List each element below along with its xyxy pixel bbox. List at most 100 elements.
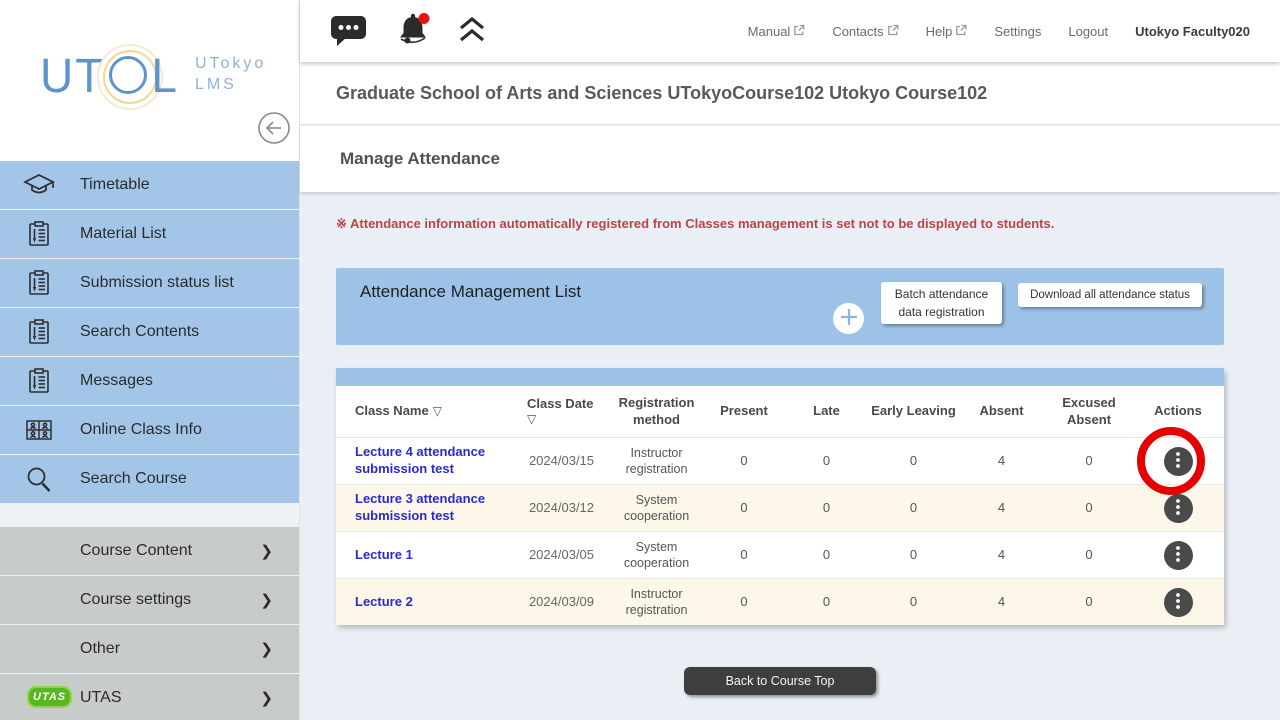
add-attendance-button[interactable]: [833, 303, 864, 334]
speech-bubble-icon: [330, 14, 368, 49]
chevron-right-icon: ❯: [260, 689, 273, 707]
sidebar-item-search-course[interactable]: Search Course: [0, 455, 299, 503]
search-icon: [20, 464, 58, 494]
utol-logo-text: UT L: [40, 48, 179, 102]
kebab-menu-icon: [1174, 498, 1182, 519]
sidebar-item-label: Timetable: [80, 176, 150, 194]
class-link[interactable]: Lecture 1: [355, 547, 413, 564]
table-row: Lecture 2 2024/03/09 Instructor registra…: [336, 578, 1224, 625]
logo-area: UT L UTokyo LMS: [0, 0, 299, 161]
sidebar-divider: [0, 504, 299, 527]
course-title: Graduate School of Arts and Sciences UTo…: [336, 83, 987, 104]
early-leaving-count: 0: [870, 579, 957, 625]
settings-link[interactable]: Settings: [994, 24, 1041, 39]
early-leaving-count: 0: [870, 485, 957, 531]
sidebar-menu: Timetable Material List Submission statu…: [0, 161, 299, 503]
late-count: 0: [783, 532, 870, 578]
table-row: Lecture 3 attendance submission test 202…: [336, 484, 1224, 531]
sidebar-item-utas[interactable]: UTAS UTAS ❯: [0, 674, 299, 720]
absent-count: 4: [957, 485, 1046, 531]
sidebar-item-label: Material List: [80, 225, 166, 243]
class-link[interactable]: Lecture 4 attendance submission test: [355, 444, 515, 478]
manual-link[interactable]: Manual: [748, 24, 806, 39]
column-header-registration-method: Registration method: [608, 386, 705, 437]
download-all-attendance-button[interactable]: Download all attendance status: [1018, 283, 1202, 307]
external-link-icon: [887, 24, 899, 39]
sidebar-item-submission-status-list[interactable]: Submission status list: [0, 259, 299, 307]
registration-method: Instructor registration: [608, 438, 705, 484]
sidebar-item-label: Submission status list: [80, 274, 234, 292]
logo-subtitle: UTokyo LMS: [195, 54, 266, 96]
late-count: 0: [783, 485, 870, 531]
row-actions-button[interactable]: [1164, 494, 1193, 523]
class-date: 2024/03/09: [515, 579, 608, 625]
sidebar-item-messages[interactable]: Messages: [0, 357, 299, 405]
column-header-class-date: Class Date: [527, 396, 593, 412]
batch-attendance-registration-button[interactable]: Batch attendance data registration: [881, 282, 1002, 324]
row-actions-button[interactable]: [1164, 447, 1193, 476]
back-to-course-top-button[interactable]: Back to Course Top: [684, 667, 876, 695]
row-actions-button[interactable]: [1164, 541, 1193, 570]
kebab-menu-icon: [1174, 592, 1182, 613]
attendance-notice: ※ Attendance information automatically r…: [336, 216, 1054, 232]
sidebar-collapse-button[interactable]: [256, 110, 292, 146]
external-link-icon: [955, 24, 967, 39]
clipboard-icon: [20, 219, 58, 249]
class-date: 2024/03/05: [515, 532, 608, 578]
sidebar-item-course-content[interactable]: Course Content ❯: [0, 527, 299, 575]
logout-link[interactable]: Logout: [1068, 24, 1108, 39]
topbar-icons: [330, 11, 486, 52]
topbar-links: Manual Contacts Help Settings Logout Uto…: [748, 24, 1280, 39]
contacts-link[interactable]: Contacts: [832, 24, 898, 39]
sidebar-item-other[interactable]: Other ❯: [0, 625, 299, 673]
clipboard-icon: [20, 317, 58, 347]
late-count: 0: [783, 579, 870, 625]
column-header-actions: Actions: [1132, 386, 1224, 437]
chat-button[interactable]: [330, 14, 368, 49]
double-chevron-up-icon: [458, 16, 486, 46]
early-leaving-count: 0: [870, 438, 957, 484]
sidebar-item-label: Online Class Info: [80, 421, 202, 439]
class-link[interactable]: Lecture 2: [355, 594, 413, 611]
excused-absent-count: 0: [1046, 579, 1132, 625]
excused-absent-count: 0: [1046, 532, 1132, 578]
notifications-button[interactable]: [394, 11, 432, 52]
sidebar-item-online-class-info[interactable]: Online Class Info: [0, 406, 299, 454]
table-row: Lecture 1 2024/03/05 System cooperation …: [336, 531, 1224, 578]
online-class-icon: [20, 415, 58, 445]
panel-title: Attendance Management List: [360, 282, 581, 302]
plus-icon: [834, 302, 864, 335]
help-link[interactable]: Help: [926, 24, 968, 39]
page-title-band: Manage Attendance: [300, 126, 1280, 192]
sort-icon[interactable]: ▽: [433, 404, 442, 419]
clipboard-icon: [20, 268, 58, 298]
early-leaving-count: 0: [870, 532, 957, 578]
class-link[interactable]: Lecture 3 attendance submission test: [355, 491, 515, 525]
sidebar-item-search-contents[interactable]: Search Contents: [0, 308, 299, 356]
class-date: 2024/03/15: [515, 438, 608, 484]
kebab-menu-icon: [1174, 451, 1182, 472]
utas-logo-icon: UTAS: [27, 686, 72, 708]
page-title: Manage Attendance: [340, 149, 500, 169]
column-header-class-name: Class Name: [355, 403, 429, 419]
row-actions-button[interactable]: [1164, 588, 1193, 617]
utol-logo: UT L UTokyo LMS: [40, 48, 266, 102]
sidebar-groups: Course Content ❯ Course settings ❯ Other…: [0, 527, 299, 720]
sidebar-item-course-settings[interactable]: Course settings ❯: [0, 576, 299, 624]
attendance-table: Class Name▽ Class Date▽ Registration met…: [336, 368, 1224, 625]
sidebar-item-material-list[interactable]: Material List: [0, 210, 299, 258]
late-count: 0: [783, 438, 870, 484]
chevron-right-icon: ❯: [260, 542, 273, 560]
column-header-early-leaving: Early Leaving: [870, 386, 957, 437]
sort-icon[interactable]: ▽: [527, 412, 536, 427]
sidebar: UT L UTokyo LMS Timetable Ma: [0, 0, 300, 720]
bell-icon: [394, 11, 432, 52]
external-link-icon: [793, 24, 805, 39]
present-count: 0: [705, 485, 783, 531]
user-name: Utokyo Faculty020: [1135, 24, 1250, 39]
excused-absent-count: 0: [1046, 438, 1132, 484]
column-header-absent: Absent: [957, 386, 1046, 437]
sidebar-item-timetable[interactable]: Timetable: [0, 161, 299, 209]
sidebar-item-label: Search Course: [80, 470, 187, 488]
collapse-header-button[interactable]: [458, 16, 486, 46]
